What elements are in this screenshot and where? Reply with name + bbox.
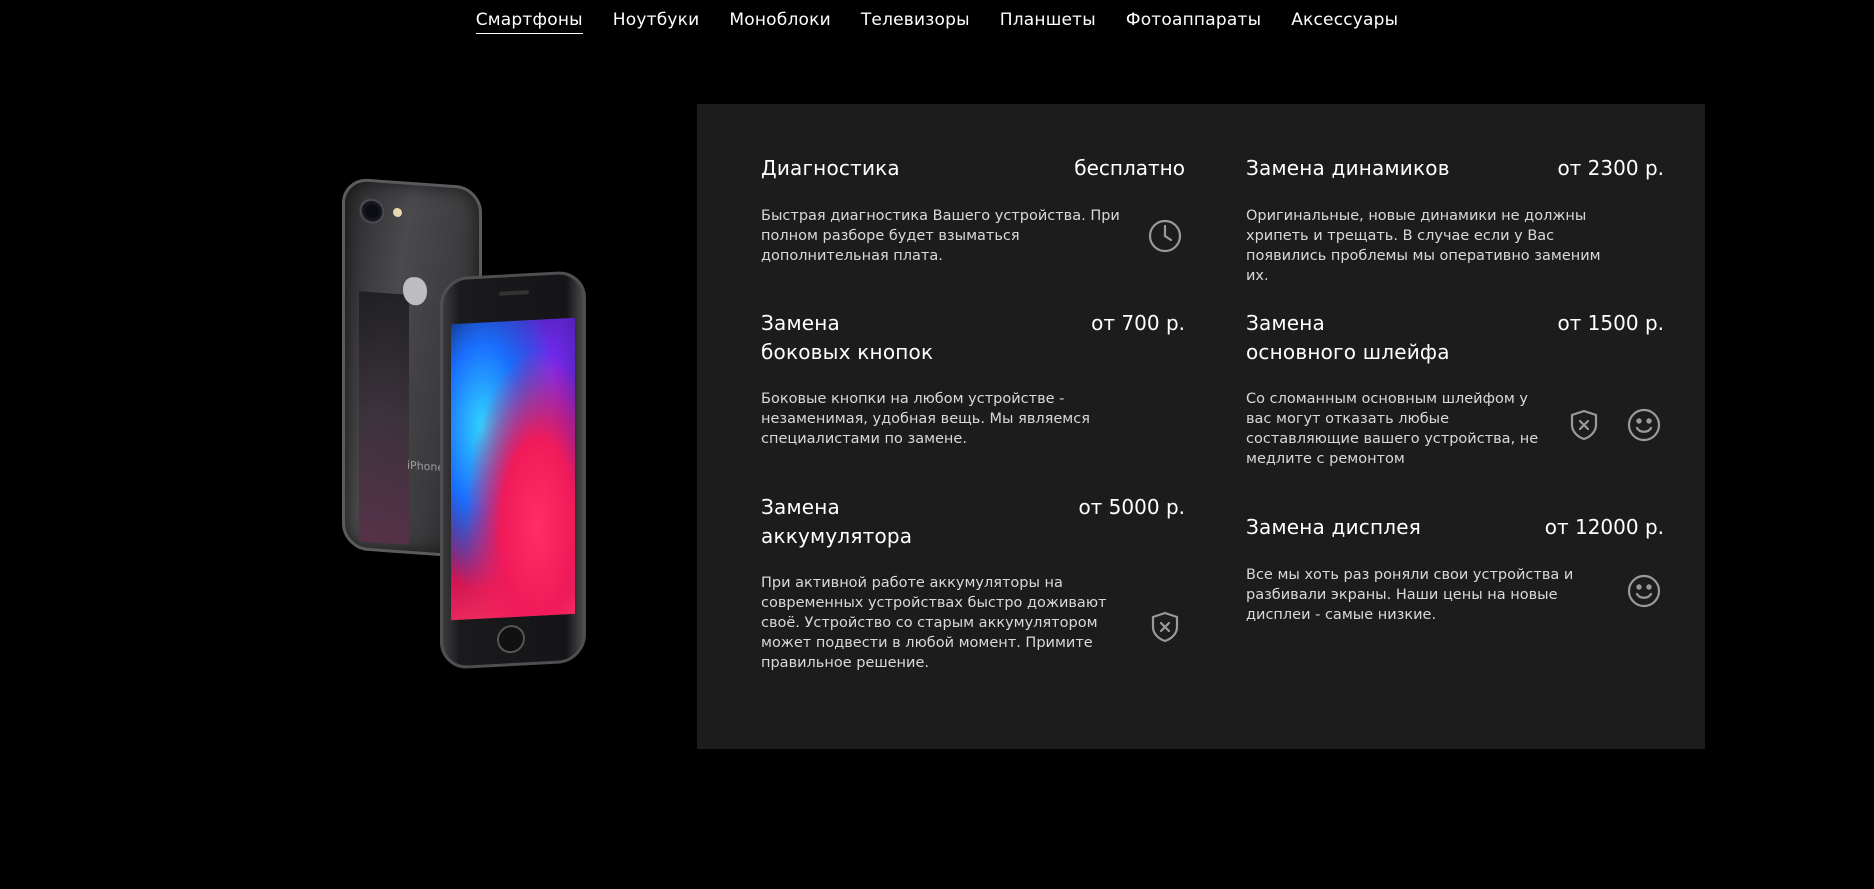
smartphone-image: iPhone xyxy=(330,177,610,680)
clock-icon xyxy=(1145,216,1185,256)
nav-item-accessories[interactable]: Аксессуары xyxy=(1291,9,1398,33)
service-diagnostics: Диагностика бесплатно Быстрая диагностик… xyxy=(761,154,1185,284)
service-title: Замена дисплея xyxy=(1246,515,1421,539)
nav-item-monoblocks[interactable]: Моноблоки xyxy=(729,9,830,33)
shield-x-icon xyxy=(1564,405,1604,445)
service-price: от 700 р. xyxy=(1091,311,1185,335)
nav-item-smartphones[interactable]: Смартфоны xyxy=(475,9,583,34)
phone-front-view xyxy=(440,270,586,670)
smile-icon xyxy=(1624,405,1664,445)
service-description: При активной работе аккумуляторы на совр… xyxy=(761,575,1107,671)
phone-speaker xyxy=(499,290,529,296)
service-price: от 12000 р. xyxy=(1544,515,1664,539)
service-description: Оригинальные, новые динамики не должны х… xyxy=(1246,208,1601,284)
phone-home-button xyxy=(497,624,525,654)
service-side-buttons: Замена боковых кнопок от 700 р. Боковые … xyxy=(761,309,1185,459)
service-description: Все мы хоть раз роняли свои устройства и… xyxy=(1246,567,1574,623)
service-description: Со сломанным основным шлейфом у вас могу… xyxy=(1246,391,1539,467)
service-description: Боковые кнопки на любом устройстве - нез… xyxy=(761,391,1090,447)
nav-item-tvs[interactable]: Телевизоры xyxy=(861,9,970,33)
camera-lens xyxy=(359,197,385,226)
nav-item-laptops[interactable]: Ноутбуки xyxy=(613,9,700,33)
service-price: от 1500 р. xyxy=(1557,311,1664,335)
nav-item-cameras[interactable]: Фотоаппараты xyxy=(1126,9,1261,33)
service-price: от 2300 р. xyxy=(1557,156,1664,180)
phone-brand-text: iPhone xyxy=(407,458,445,475)
service-price: бесплатно xyxy=(1074,156,1185,180)
service-title: Замена боковых кнопок xyxy=(761,311,934,364)
shield-x-icon xyxy=(1145,607,1185,647)
apple-logo xyxy=(403,276,427,307)
nav-item-tablets[interactable]: Планшеты xyxy=(1000,9,1096,33)
service-title: Замена динамиков xyxy=(1246,156,1450,180)
services-panel: Диагностика бесплатно Быстрая диагностик… xyxy=(697,104,1705,749)
service-title: Замена основного шлейфа xyxy=(1246,311,1450,364)
service-title: Замена аккумулятора xyxy=(761,495,913,548)
service-description: Быстрая диагностика Вашего устройства. П… xyxy=(761,208,1120,264)
camera-flash xyxy=(393,207,402,218)
service-battery: Замена аккумулятора от 5000 р. При актив… xyxy=(761,493,1185,693)
service-speakers: Замена динамиков от 2300 р. Оригинальные… xyxy=(1246,154,1664,284)
smile-icon xyxy=(1624,571,1664,611)
phone-screen xyxy=(451,317,575,621)
service-display: Замена дисплея от 12000 р. Все мы хоть р… xyxy=(1246,513,1664,653)
category-nav: Смартфоны Ноутбуки Моноблоки Телевизоры … xyxy=(0,0,1874,40)
service-title: Диагностика xyxy=(761,156,900,180)
service-price: от 5000 р. xyxy=(1078,495,1185,519)
service-main-cable: Замена основного шлейфа от 1500 р. Со сл… xyxy=(1246,309,1664,479)
